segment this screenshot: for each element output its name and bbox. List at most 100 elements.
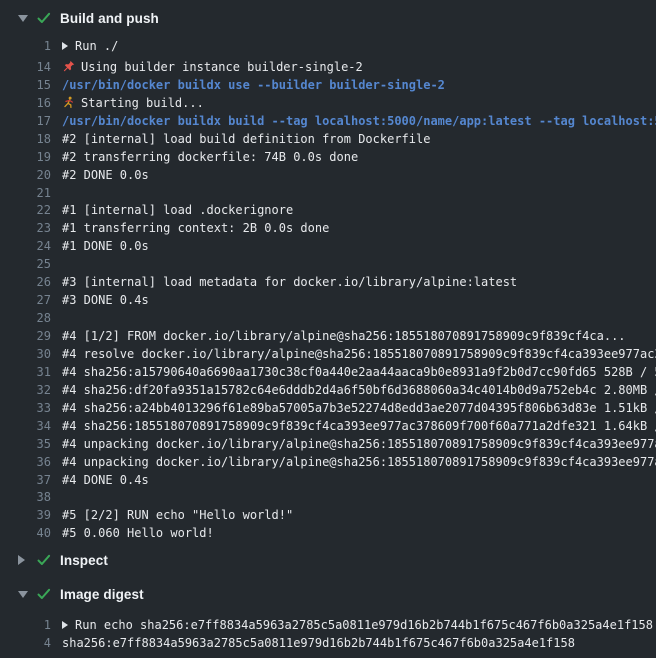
line-number[interactable]: 18 xyxy=(0,131,51,149)
line-number[interactable]: 24 xyxy=(0,238,51,256)
line-number[interactable]: 29 xyxy=(0,328,51,346)
line-number[interactable]: 26 xyxy=(0,274,51,292)
log-line: 40 #5 0.060 Hello world! xyxy=(0,525,656,543)
log-line: 16 Starting build... xyxy=(0,95,656,113)
log-text: #4 unpacking docker.io/library/alpine@sh… xyxy=(62,436,656,454)
section-header-inspect[interactable]: Inspect xyxy=(0,545,656,575)
log-lines-image-digest: 1 Run echo sha256:e7ff8834a5963a2785c5a08… xyxy=(0,617,656,653)
line-number[interactable]: 33 xyxy=(0,400,51,418)
line-number[interactable]: 19 xyxy=(0,149,51,167)
log-text: #1 transferring context: 2B 0.0s done xyxy=(62,220,656,238)
line-number[interactable]: 36 xyxy=(0,454,51,472)
section-inspect: Inspect xyxy=(0,545,656,575)
log-line: 30 #4 resolve docker.io/library/alpine@sh… xyxy=(0,346,656,364)
log-text: Run ./ xyxy=(62,38,656,56)
log-line: 21 xyxy=(0,185,656,203)
line-number[interactable]: 28 xyxy=(0,310,51,328)
log-text xyxy=(62,185,656,203)
log-text: #4 sha256:a24bb4013296f61e89ba57005a7b3e… xyxy=(62,400,656,418)
chevron-down-icon[interactable] xyxy=(18,591,28,598)
log-line: 19 #2 transferring dockerfile: 74B 0.0s d… xyxy=(0,149,656,167)
log-text: #4 resolve docker.io/library/alpine@sha2… xyxy=(62,346,656,364)
log-line: 14Using builder instance builder-single-… xyxy=(0,59,656,77)
log-line: 29 #4 [1/2] FROM docker.io/library/alpine… xyxy=(0,328,656,346)
line-number[interactable]: 40 xyxy=(0,525,51,543)
section-build-and-push: Build and push 1 Run ./ 14Using builder in… xyxy=(0,0,656,543)
log-command-text: /usr/bin/docker buildx use --builder bui… xyxy=(62,77,656,95)
pushpin-icon xyxy=(62,60,75,73)
log-line: 22 #1 [internal] load .dockerignore xyxy=(0,202,656,220)
line-number[interactable]: 22 xyxy=(0,202,51,220)
log-text: #4 sha256:a15790640a6690aa1730c38cf0a440… xyxy=(62,364,656,382)
line-number[interactable]: 39 xyxy=(0,507,51,525)
log-line: 32 #4 sha256:df20fa9351a15782c64e6dddb2d4… xyxy=(0,382,656,400)
log-text: #4 sha256:df20fa9351a15782c64e6dddb2d4a6… xyxy=(62,382,656,400)
line-number[interactable]: 4 xyxy=(0,635,51,653)
log-line: 27 #3 DONE 0.4s xyxy=(0,292,656,310)
log-line: 1 Run ./ xyxy=(0,38,656,56)
line-number[interactable]: 32 xyxy=(0,382,51,400)
log-text: #2 transferring dockerfile: 74B 0.0s don… xyxy=(62,149,656,167)
log-line: 33 #4 sha256:a24bb4013296f61e89ba57005a7b… xyxy=(0,400,656,418)
check-success-icon xyxy=(36,586,52,602)
line-number[interactable]: 31 xyxy=(0,364,51,382)
log-line: 28 xyxy=(0,310,656,328)
line-number[interactable]: 27 xyxy=(0,292,51,310)
log-command-text: /usr/bin/docker buildx build --tag local… xyxy=(62,113,656,131)
expand-toggle-icon[interactable] xyxy=(62,42,68,50)
log-text: #4 unpacking docker.io/library/alpine@sh… xyxy=(62,454,656,472)
line-number[interactable]: 21 xyxy=(0,185,51,203)
log-line: 38 xyxy=(0,489,656,507)
line-number[interactable]: 25 xyxy=(0,256,51,274)
line-number[interactable]: 20 xyxy=(0,167,51,185)
section-header-build-and-push[interactable]: Build and push xyxy=(0,0,656,36)
log-line: 1 Run echo sha256:e7ff8834a5963a2785c5a08… xyxy=(0,617,656,635)
line-number[interactable]: 17 xyxy=(0,113,51,131)
runner-icon xyxy=(62,96,75,109)
line-number[interactable]: 1 xyxy=(0,38,51,56)
chevron-down-icon[interactable] xyxy=(18,15,28,22)
chevron-right-icon[interactable] xyxy=(18,555,25,565)
section-title: Image digest xyxy=(60,587,144,602)
log-line: 36 #4 unpacking docker.io/library/alpine@… xyxy=(0,454,656,472)
log-text: Starting build... xyxy=(62,95,656,113)
log-line: 4 sha256:e7ff8834a5963a2785c5a0811e979d16… xyxy=(0,635,656,653)
log-text: sha256:e7ff8834a5963a2785c5a0811e979d16b… xyxy=(62,635,656,653)
log-line: 23 #1 transferring context: 2B 0.0s done xyxy=(0,220,656,238)
log-line: 18 #2 [internal] load build definition fr… xyxy=(0,131,656,149)
line-number[interactable]: 14 xyxy=(0,59,51,77)
log-text: #1 [internal] load .dockerignore xyxy=(62,202,656,220)
log-line: 31 #4 sha256:a15790640a6690aa1730c38cf0a4… xyxy=(0,364,656,382)
log-text: Run echo sha256:e7ff8834a5963a2785c5a081… xyxy=(62,617,656,635)
line-number[interactable]: 30 xyxy=(0,346,51,364)
log-text: #4 [1/2] FROM docker.io/library/alpine@s… xyxy=(62,328,656,346)
log-line: 26 #3 [internal] load metadata for docker… xyxy=(0,274,656,292)
log-text xyxy=(62,310,656,328)
line-number[interactable]: 37 xyxy=(0,472,51,490)
line-number[interactable]: 23 xyxy=(0,220,51,238)
log-text: #2 [internal] load build definition from… xyxy=(62,131,656,149)
section-header-image-digest[interactable]: Image digest xyxy=(0,579,656,609)
workflow-log-viewer: Build and push 1 Run ./ 14Using builder in… xyxy=(0,0,656,658)
log-text: #3 [internal] load metadata for docker.i… xyxy=(62,274,656,292)
log-text xyxy=(62,256,656,274)
line-number[interactable]: 15 xyxy=(0,77,51,95)
log-text: #5 0.060 Hello world! xyxy=(62,525,656,543)
line-number[interactable]: 16 xyxy=(0,95,51,113)
log-text: #4 sha256:185518070891758909c9f839cf4ca3… xyxy=(62,418,656,436)
log-text: #1 DONE 0.0s xyxy=(62,238,656,256)
log-line: 17/usr/bin/docker buildx build --tag loc… xyxy=(0,113,656,131)
expand-toggle-icon[interactable] xyxy=(62,621,68,629)
log-lines-build-and-push: 1 Run ./ 14Using builder instance builder-… xyxy=(0,38,656,543)
log-text: #5 [2/2] RUN echo "Hello world!" xyxy=(62,507,656,525)
log-line: 37#4 DONE 0.4s xyxy=(0,472,656,490)
line-number[interactable]: 38 xyxy=(0,489,51,507)
log-line: 15/usr/bin/docker buildx use --builder b… xyxy=(0,77,656,95)
log-line: 24 #1 DONE 0.0s xyxy=(0,238,656,256)
line-number[interactable]: 35 xyxy=(0,436,51,454)
check-success-icon xyxy=(36,10,52,26)
log-text: #3 DONE 0.4s xyxy=(62,292,656,310)
line-number[interactable]: 1 xyxy=(0,617,51,635)
line-number[interactable]: 34 xyxy=(0,418,51,436)
section-title: Build and push xyxy=(60,11,159,26)
